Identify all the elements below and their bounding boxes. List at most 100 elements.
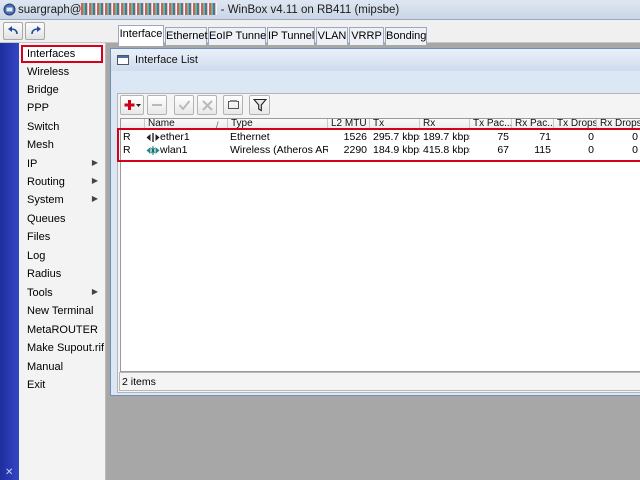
menu-item-label: Queues [27, 213, 66, 225]
menu-item-ppp[interactable]: PPP [21, 99, 103, 117]
column-header-rx-drops[interactable]: Rx Drops [597, 119, 640, 130]
menu-item-switch[interactable]: Switch [21, 118, 103, 136]
column-header-type[interactable]: Type [228, 119, 328, 130]
tab-label: EoIP Tunnel [209, 30, 269, 42]
wireless-interface-icon [146, 146, 160, 155]
winbox-side-banner: ✕ [0, 43, 19, 480]
menu-item-make-supout-rif[interactable]: Make Supout.rif [21, 339, 105, 357]
tab-label: VRRP [351, 30, 382, 42]
add-button[interactable] [120, 95, 144, 115]
menu-item-log[interactable]: Log [21, 247, 103, 265]
tab-ethernet[interactable]: Ethernet [165, 27, 208, 45]
menu-item-new-terminal[interactable]: New Terminal [21, 302, 103, 320]
tab-label: VLAN [317, 30, 347, 42]
filter-icon [253, 98, 267, 112]
submenu-arrow-icon: ▶ [91, 176, 98, 185]
menu-item-label: MetaROUTER [27, 324, 98, 336]
menu-item-label: Wireless [27, 66, 70, 78]
menu-item-queues[interactable]: Queues [21, 210, 103, 228]
ethernet-interface-icon [146, 133, 160, 142]
redo-button[interactable] [25, 22, 45, 40]
status-bar: 2 items [119, 372, 640, 391]
column-header-name[interactable]: Name / [145, 119, 228, 130]
menu-item-label: New Terminal [27, 305, 94, 317]
tab-vrrp[interactable]: VRRP [349, 27, 384, 45]
tab-label: Ethernet [166, 30, 208, 42]
column-header-flags[interactable] [121, 119, 145, 130]
window-title: suargraph@ - WinBox v4.11 on RB411 (mips… [18, 3, 400, 16]
menu-item-label: IP [27, 158, 38, 170]
column-header-l2mtu[interactable]: L2 MTU [328, 119, 370, 130]
menu-item-system[interactable]: System ▶ [21, 191, 103, 209]
menu-item-ip[interactable]: IP ▶ [21, 155, 103, 173]
menu-item-wireless[interactable]: Wireless [21, 63, 103, 81]
remove-icon [152, 104, 162, 106]
name-cell: ether1 [160, 131, 190, 143]
menu-item-files[interactable]: Files [21, 228, 103, 246]
menu-item-tools[interactable]: Tools ▶ [21, 284, 103, 302]
type-cell: Ethernet [230, 131, 270, 143]
tx-drops-cell: 0 [588, 144, 594, 156]
menu-item-manual[interactable]: Manual [21, 358, 103, 376]
menu-item-label: Files [27, 231, 51, 243]
flag-cell: R [123, 131, 131, 143]
column-header-label: Name [148, 119, 175, 129]
interface-list-titlebar[interactable]: Interface List [111, 49, 640, 71]
table-row[interactable]: R ether1 Ethernet 1526 295.7 kbps 189.7 … [121, 131, 640, 144]
remove-button[interactable] [147, 95, 167, 115]
tab-interface[interactable]: Interface [118, 25, 164, 46]
menu-item-routing[interactable]: Routing ▶ [21, 173, 103, 191]
menu-item-label: Switch [27, 121, 60, 133]
filter-button[interactable] [249, 95, 270, 115]
column-header-tx[interactable]: Tx [370, 119, 420, 130]
disable-icon [202, 100, 213, 111]
column-header-label: Type [231, 119, 253, 129]
tx-packets-cell: 67 [497, 144, 509, 156]
menu-item-interfaces[interactable]: Interfaces [21, 45, 103, 63]
comment-button[interactable] [223, 95, 243, 115]
column-header-label: Rx Drops [600, 119, 640, 129]
tx-cell: 295.7 kbps [373, 131, 420, 143]
menu-item-label: Mesh [27, 139, 54, 151]
main-menu: Interfaces Wireless Bridge PPP Switch Mesh IP ▶… [19, 43, 106, 480]
tab-bonding[interactable]: Bonding [385, 27, 427, 45]
undo-button[interactable] [3, 22, 23, 40]
column-header-rx[interactable]: Rx [420, 119, 470, 130]
tab-eoip-tunnel[interactable]: EoIP Tunnel [208, 27, 269, 45]
menu-item-label: Make Supout.rif [27, 342, 105, 354]
menu-item-exit[interactable]: Exit [21, 376, 103, 394]
enable-button[interactable] [174, 95, 194, 115]
tab-vlan[interactable]: VLAN [316, 27, 348, 45]
undo-icon [8, 26, 18, 35]
column-header-label: Tx Pac... [473, 119, 512, 129]
column-header-tx-drops[interactable]: Tx Drops [554, 119, 597, 130]
menu-item-bridge[interactable]: Bridge [21, 81, 103, 99]
interface-list-title: Interface List [135, 54, 198, 66]
rx-cell: 415.8 kbps [423, 144, 470, 156]
table-row[interactable]: R wlan1 Wireless (Atheros AR5... 2290 18… [121, 144, 640, 157]
item-count: 2 items [122, 376, 156, 388]
l2mtu-cell: 2290 [343, 144, 367, 156]
column-header-tx-packets[interactable]: Tx Pac... [470, 119, 512, 130]
rx-cell: 189.7 kbps [423, 131, 470, 143]
menu-item-label: System [27, 194, 64, 206]
title-bar: suargraph@ - WinBox v4.11 on RB411 (mips… [0, 0, 640, 20]
column-header-rx-packets[interactable]: Rx Pac... [512, 119, 554, 130]
submenu-arrow-icon: ▶ [91, 287, 98, 296]
menu-item-metarouter[interactable]: MetaROUTER [21, 321, 103, 339]
menu-item-label: PPP [27, 102, 50, 114]
type-cell: Wireless (Atheros AR5... [230, 144, 328, 156]
menu-item-mesh[interactable]: Mesh [21, 136, 103, 154]
menu-item-label: Routing [27, 176, 65, 188]
menu-item-radius[interactable]: Radius [21, 265, 103, 283]
close-icon[interactable]: ✕ [5, 467, 13, 478]
tab-ip-tunnel[interactable]: IP Tunnel [267, 27, 315, 45]
disable-button[interactable] [197, 95, 217, 115]
tx-cell: 184.9 kbps [373, 144, 420, 156]
sort-indicator: / [216, 120, 219, 130]
l2mtu-cell: 1526 [343, 131, 367, 143]
rx-packets-cell: 115 [534, 144, 551, 156]
submenu-arrow-icon: ▶ [91, 194, 98, 203]
name-cell: wlan1 [160, 144, 188, 156]
tab-label: IP Tunnel [268, 30, 315, 42]
